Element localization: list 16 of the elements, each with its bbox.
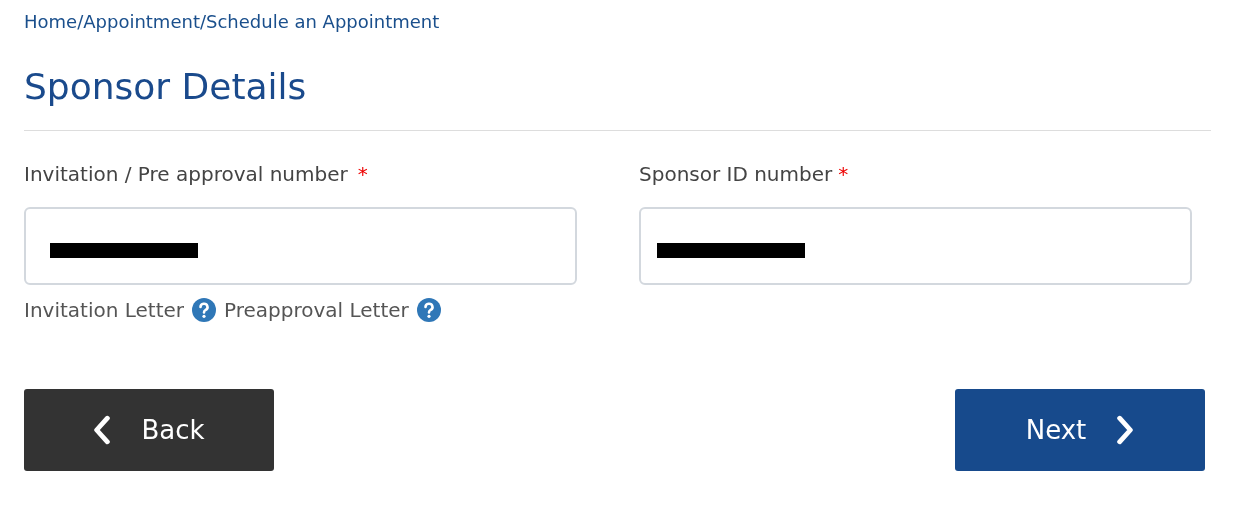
- chevron-right-icon: [1116, 415, 1135, 445]
- breadcrumb[interactable]: Home/Appointment/Schedule an Appointment: [24, 8, 440, 36]
- next-button[interactable]: Next: [955, 389, 1205, 471]
- back-button[interactable]: Back: [24, 389, 274, 471]
- chevron-left-icon: [93, 415, 112, 445]
- field-label: Invitation / Pre approval number: [24, 161, 348, 188]
- help-icon[interactable]: [416, 298, 441, 322]
- field-label: Sponsor ID number: [639, 161, 833, 188]
- required-mark: *: [838, 161, 849, 188]
- required-mark: *: [357, 161, 368, 188]
- help-link[interactable]: Invitation Letter: [24, 295, 185, 325]
- input-field[interactable]: [639, 207, 1192, 285]
- input-field[interactable]: [24, 207, 577, 285]
- page-title: Sponsor Details: [24, 65, 308, 109]
- help-link[interactable]: Preapproval Letter: [224, 295, 409, 325]
- help-icon[interactable]: [192, 298, 217, 322]
